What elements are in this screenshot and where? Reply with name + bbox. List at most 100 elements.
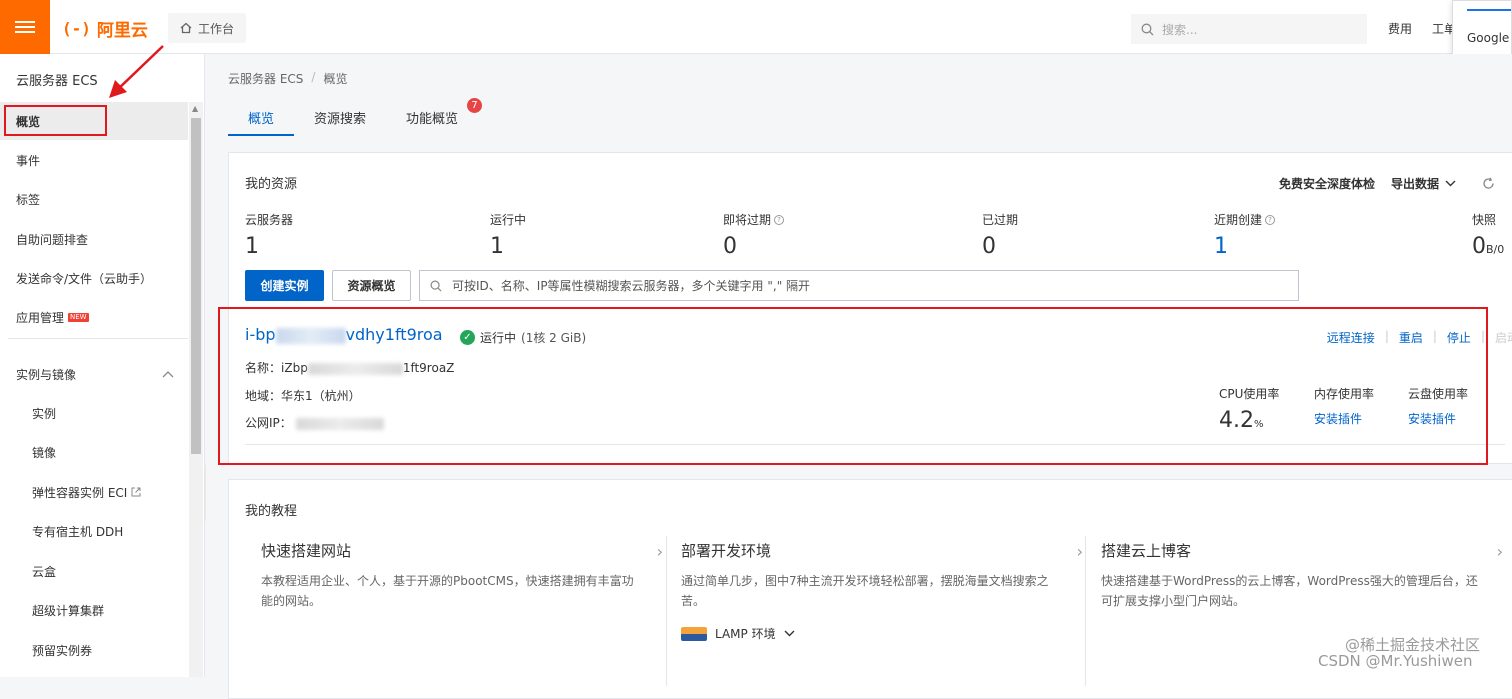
refresh-icon[interactable]	[1482, 177, 1495, 190]
stat-value: 0	[982, 234, 996, 259]
tab-resource-search[interactable]: 资源搜索	[294, 98, 386, 136]
sidebar-item-eci[interactable]: 弹性容器实例 ECI	[0, 473, 188, 511]
tutorial-desc: 通过简单几步，图中7种主流开发环境轻松部署，摆脱海量文档搜索之苦。	[681, 574, 1049, 608]
chevron-right-icon: ›	[1496, 542, 1503, 561]
sidebar-item-events[interactable]: 事件	[0, 141, 188, 179]
stat-label-wrap: 即将过期?	[723, 211, 785, 228]
sidebar-item-troubleshoot[interactable]: 自助问题排查	[0, 220, 188, 258]
sidebar-group-instances[interactable]: 实例与镜像	[0, 355, 188, 393]
sidebar-item-ddh[interactable]: 专有宿主机 DDH	[0, 512, 188, 550]
tutorial-title: 快速搭建网站	[261, 542, 352, 560]
stat-value: 0	[723, 234, 737, 259]
tab-label: 资源搜索	[314, 112, 367, 127]
sidebar-item-scc[interactable]: 超级计算集群	[0, 591, 188, 629]
breadcrumb: 云服务器 ECS / 概览	[228, 70, 347, 87]
tutorial-item[interactable]: 快速搭建网站 › 本教程适用企业、个人，基于开源的PbootCMS，快速搭建拥有…	[261, 540, 681, 680]
sidebar-item-label: 应用管理	[16, 310, 65, 325]
sidebar-item-label: 事件	[16, 153, 41, 168]
sidebar-item-label: 镜像	[32, 445, 57, 460]
lamp-icon	[681, 626, 707, 641]
breadcrumb-separator: /	[311, 70, 316, 84]
scroll-up-icon[interactable]: ▲	[192, 104, 198, 113]
stat-label: 已过期	[982, 213, 1019, 227]
sidebar-item-cloudbox[interactable]: 云盒	[0, 552, 188, 590]
stat-value: 0	[1472, 234, 1486, 259]
help-icon[interactable]: ?	[1265, 214, 1276, 225]
env-selector[interactable]: LAMP 环境	[681, 625, 1101, 642]
create-instance-button[interactable]: 创建实例	[245, 270, 324, 301]
sidebar-item-label: 预留实例券	[32, 643, 93, 658]
sidebar-title: 云服务器 ECS	[16, 74, 98, 89]
sidebar-item-label: 超级计算集群	[32, 603, 105, 618]
popup-accent-line	[1467, 9, 1511, 11]
tab-label: 概览	[248, 112, 275, 127]
sidebar-scrollbar-thumb[interactable]	[191, 118, 201, 454]
top-search-placeholder: 搜索...	[1162, 22, 1198, 37]
stat-expired[interactable]: 已过期 0	[982, 211, 1018, 259]
sidebar-item-cloud-assistant[interactable]: 发送命令/文件（云助手）	[0, 259, 188, 297]
workbench-label: 工作台	[198, 21, 235, 36]
sidebar-item-images[interactable]: 镜像	[0, 433, 188, 471]
stat-snapshot[interactable]: 快照 0B/0	[1472, 211, 1504, 259]
sidebar-item-app-management[interactable]: 应用管理 NEW	[0, 298, 188, 336]
chevron-down-icon	[784, 630, 795, 637]
tab-overview[interactable]: 概览	[228, 98, 295, 136]
workbench-button[interactable]: 工作台	[168, 13, 247, 43]
sidebar-item-instances[interactable]: 实例	[0, 394, 188, 432]
resource-actions: 免费安全深度体检 导出数据	[1279, 175, 1495, 192]
instance-search-input[interactable]: 可按ID、名称、IP等属性模糊搜索云服务器，多个关键字用 "," 隔开	[419, 270, 1299, 301]
tutorial-title: 部署开发环境	[681, 542, 772, 560]
sidebar-item-tags[interactable]: 标签	[0, 180, 188, 218]
stat-total[interactable]: 云服务器 1	[245, 211, 293, 259]
tutorial-divider	[1085, 536, 1086, 686]
security-check-link[interactable]: 免费安全深度体检	[1279, 175, 1375, 192]
stat-expiring[interactable]: 即将过期? 0	[723, 211, 785, 259]
chevron-up-icon	[162, 371, 174, 378]
sidebar-item-label: 弹性容器实例 ECI	[32, 485, 128, 500]
logo-mark-icon: (-)	[62, 19, 91, 38]
stat-value-wrap: 0B/0	[1472, 234, 1504, 259]
sidebar-item-reserved-instances[interactable]: 预留实例券	[0, 631, 188, 669]
sidebar-group-label: 实例与镜像	[16, 367, 77, 382]
resource-overview-button[interactable]: 资源概览	[332, 270, 411, 301]
instance-search-placeholder: 可按ID、名称、IP等属性模糊搜索云服务器，多个关键字用 "," 隔开	[452, 279, 811, 293]
sidebar: 云服务器 ECS 概览 事件 标签 自助问题排查 发送命令/文件（云助手） 应用…	[0, 54, 205, 677]
stat-label: 云服务器	[245, 213, 294, 227]
env-label: LAMP 环境	[715, 627, 776, 641]
annotation-arrow-icon	[109, 45, 164, 98]
stat-label: 即将过期	[723, 213, 772, 227]
google-popup-text: Google 1	[1467, 31, 1511, 45]
hamburger-icon	[15, 18, 35, 36]
my-tutorials-title: 我的教程	[245, 504, 298, 519]
billing-link[interactable]: 费用	[1388, 20, 1412, 37]
watermark-csdn: CSDN @Mr.Yushiwen	[1318, 652, 1473, 670]
tutorial-item[interactable]: 部署开发环境 › 通过简单几步，图中7种主流开发环境轻松部署，摆脱海量文档搜索之…	[681, 540, 1101, 680]
sidebar-item-label: 自助问题排查	[16, 232, 89, 247]
tutorial-divider	[666, 536, 667, 686]
start-link[interactable]: 启动	[1495, 329, 1512, 346]
stat-running[interactable]: 运行中 1	[490, 211, 526, 259]
help-icon[interactable]: ?	[774, 214, 785, 225]
stat-value: 1	[490, 234, 504, 259]
sidebar-item-label: 云盒	[32, 564, 57, 579]
stat-value: 1	[245, 234, 259, 259]
sidebar-item-label: 实例	[32, 406, 57, 421]
aliyun-logo[interactable]: (-) 阿里云	[62, 16, 148, 41]
stat-label: 近期创建	[1214, 213, 1263, 227]
tab-bar: 概览 资源搜索 功能概览 7	[228, 98, 486, 136]
chevron-down-icon[interactable]	[1445, 180, 1456, 187]
top-search-input[interactable]: 搜索...	[1131, 14, 1367, 44]
stat-recent[interactable]: 近期创建? 1	[1214, 211, 1276, 259]
export-data-dropdown[interactable]: 导出数据	[1391, 175, 1439, 192]
menu-button[interactable]	[0, 0, 50, 54]
breadcrumb-ecs[interactable]: 云服务器 ECS	[228, 70, 303, 87]
tutorial-title: 搭建云上博客	[1101, 542, 1192, 560]
sidebar-item-label: 专有宿主机 DDH	[32, 524, 124, 539]
stat-value: 1	[1214, 234, 1228, 259]
tab-feature-overview[interactable]: 功能概览 7	[386, 98, 486, 136]
stat-label-wrap: 近期创建?	[1214, 211, 1276, 228]
sidebar-item-label: 标签	[16, 192, 41, 207]
highlight-box-instance	[218, 307, 1488, 465]
new-badge: NEW	[68, 312, 89, 322]
stat-label: 快照	[1472, 213, 1497, 227]
